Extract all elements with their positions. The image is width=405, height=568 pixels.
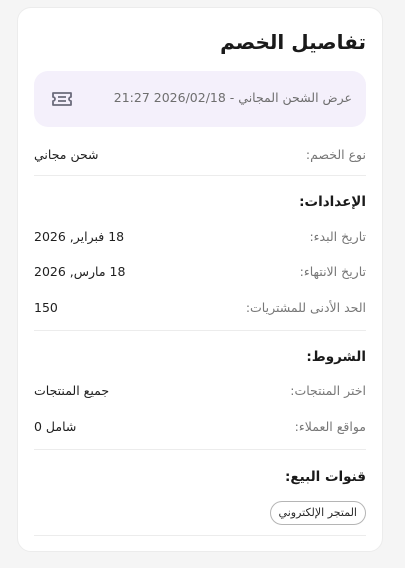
divider [34, 535, 366, 536]
products-value: جميع المنتجات [34, 383, 110, 398]
divider [34, 449, 366, 450]
conditions-section-title: الشروط: [306, 349, 366, 365]
divider [34, 175, 366, 176]
products-label: اختر المنتجات: [290, 383, 366, 398]
start-date-value: 18 فبراير, 2026 [34, 229, 125, 244]
discount-details-card: تفاصيل الخصم عرض الشحن المجاني - 2026/02… [17, 7, 383, 552]
customer-locations-value: شامل 0 [34, 419, 77, 434]
sales-channels-section-title: قنوات البيع: [284, 469, 366, 485]
end-date-row: تاريخ الانتهاء: 18 مارس, 2026 [34, 262, 366, 282]
products-row: اختر المنتجات: جميع المنتجات [34, 381, 366, 401]
min-purchase-row: الحد الأدنى للمشتريات: 150 [34, 298, 366, 318]
start-date-label: تاريخ البدء: [309, 229, 366, 244]
discount-type-row: نوع الخصم: شحن مجاني [34, 145, 366, 165]
offer-summary-box: عرض الشحن المجاني - 2026/02/18 21:27 [34, 71, 366, 127]
start-date-row: تاريخ البدء: 18 فبراير, 2026 [34, 227, 366, 247]
min-purchase-label: الحد الأدنى للمشتريات: [245, 300, 366, 315]
divider [34, 330, 366, 331]
discount-type-label: نوع الخصم: [305, 147, 366, 162]
customer-locations-row: مواقع العملاء: شامل 0 [34, 417, 366, 437]
page-title: تفاصيل الخصم [220, 30, 366, 54]
end-date-label: تاريخ الانتهاء: [299, 264, 366, 279]
settings-section-title: الإعدادات: [299, 194, 366, 210]
sales-channel-chip: المتجر الإلكتروني [269, 501, 366, 525]
min-purchase-value: 150 [34, 300, 58, 315]
ticket-icon [50, 87, 74, 111]
discount-type-value: شحن مجاني [34, 147, 99, 162]
end-date-value: 18 مارس, 2026 [34, 264, 126, 279]
customer-locations-label: مواقع العملاء: [294, 419, 366, 434]
offer-summary-text: عرض الشحن المجاني - 2026/02/18 21:27 [113, 90, 352, 105]
